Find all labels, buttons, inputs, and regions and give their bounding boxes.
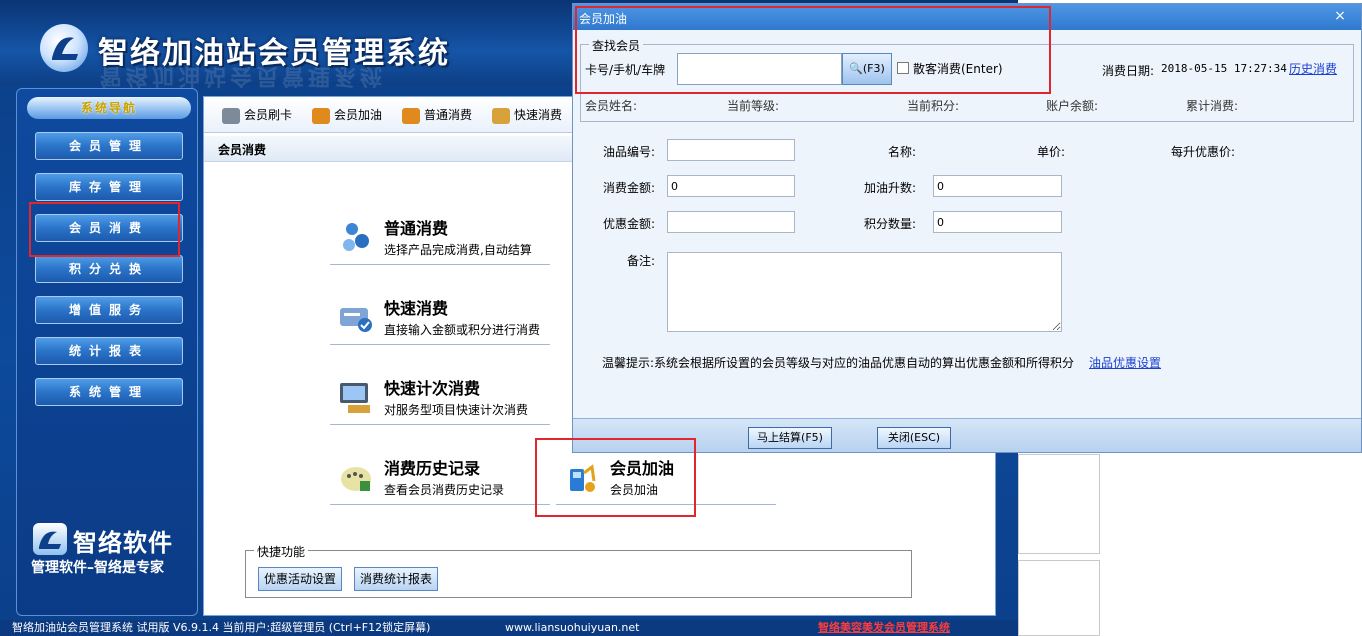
oil-discount-settings-link[interactable]: 油品优惠设置 (1089, 354, 1161, 371)
consume-amount-input[interactable] (667, 175, 795, 197)
func-member-fuel-title: 会员加油 (610, 459, 675, 478)
sidebar-item-member-consume[interactable]: 会员消费 (35, 214, 183, 242)
brand-logo-icon (33, 523, 67, 555)
func-normal-consume-desc: 选择产品完成消费,自动结算 (384, 243, 532, 257)
oil-code-label: 油品编号: (603, 145, 656, 159)
fuel-icon (312, 107, 330, 124)
background-window (1018, 454, 1100, 554)
background-window (1018, 560, 1100, 636)
discount-per-liter-label: 每升优惠价: (1171, 145, 1236, 159)
consume-date-label: 消费日期: (1102, 64, 1155, 78)
oil-code-input[interactable] (667, 139, 795, 161)
app-logo-icon (40, 24, 88, 72)
dialog-titlebar[interactable]: 会员加油 × (573, 4, 1361, 30)
toolbar-normal-consume-label: 普通消费 (424, 108, 473, 122)
func-normal-consume[interactable]: 普通消费 选择产品完成消费,自动结算 (330, 209, 550, 265)
quick-functions-group: 快捷功能 优惠活动设置 消费统计报表 (245, 543, 912, 598)
sidebar-item-reports[interactable]: 统计报表 (35, 337, 183, 365)
dialog-footer: 马上结算(F5) 关闭(ESC) (573, 418, 1361, 452)
dialog-title: 会员加油 (579, 12, 628, 26)
func-fast-count-consume-title: 快速计次消费 (384, 379, 481, 398)
func-consume-history[interactable]: 消费历史记录 查看会员消费历史记录 (330, 449, 550, 505)
toolbar-member-fuel[interactable]: 会员加油 (312, 105, 382, 125)
people-icon (343, 223, 369, 251)
status-product-link[interactable]: 智络美容美发会员管理系统 (818, 620, 950, 636)
discount-amount-label: 优惠金额: (603, 217, 656, 231)
oil-name-label: 名称: (888, 145, 917, 159)
func-fast-consume-desc: 直接输入金额或积分进行消费 (384, 323, 541, 337)
tip-text: 温馨提示:系统会根据所设置的会员等级与对应的油品优惠自动的算出优惠金额和所得积分 (602, 356, 1075, 370)
brand-name: 智络软件 (73, 528, 173, 557)
sidebar-item-points-exchange[interactable]: 积分兑换 (35, 255, 183, 283)
unit-price-label: 单价: (1037, 145, 1066, 159)
member-name-label: 会员姓名: (585, 99, 638, 113)
consume-amount-label: 消费金额: (603, 181, 656, 195)
member-points-label: 当前积分: (907, 99, 960, 113)
toolbar-fast-consume-label: 快速消费 (514, 108, 563, 122)
promotion-settings-button[interactable]: 优惠活动设置 (258, 567, 343, 591)
remark-label: 备注: (627, 254, 656, 268)
func-consume-history-title: 消费历史记录 (384, 459, 481, 478)
fast-consume-icon (492, 107, 510, 124)
card-icon (222, 107, 240, 124)
close-icon[interactable]: × (1329, 7, 1351, 25)
points-amount-label: 积分数量: (864, 217, 917, 231)
func-fast-consume-title: 快速消费 (384, 299, 449, 318)
walkin-checkbox[interactable] (897, 62, 909, 74)
sidebar: 系统导航 会员管理 库存管理 会员消费 积分兑换 增值服务 统计报表 系统管理 … (16, 88, 198, 616)
func-fast-count-consume-desc: 对服务型项目快速计次消费 (384, 403, 529, 417)
search-member-button[interactable]: 🔍(F3) (842, 53, 892, 85)
liters-label: 加油升数: (864, 181, 917, 195)
status-url: www.liansuohuiyuan.net (505, 621, 640, 634)
toolbar-normal-consume[interactable]: 普通消费 (402, 105, 472, 125)
history-icon (341, 467, 371, 491)
toolbar-member-fuel-label: 会员加油 (334, 108, 383, 122)
consume-icon (402, 107, 420, 124)
consume-date-value: 2018-05-15 17:27:34 (1161, 62, 1287, 75)
func-normal-consume-title: 普通消费 (384, 219, 449, 238)
member-balance-label: 账户余额: (1046, 99, 1099, 113)
member-fuel-dialog: 会员加油 × 查找会员 卡号/手机/车牌 🔍(F3) 散客消费(Enter) 消… (572, 3, 1362, 453)
status-bar: 智络加油站会员管理系统 试用版 V6.9.1.4 当前用户:超级管理员 (Ctr… (0, 620, 1018, 636)
member-total-label: 累计消费: (1186, 99, 1239, 113)
search-icon: 🔍 (849, 62, 863, 75)
func-member-fuel-desc: 会员加油 (610, 483, 659, 497)
card-number-input[interactable] (677, 53, 842, 85)
toolbar-member-swipe[interactable]: 会员刷卡 (222, 105, 292, 125)
remark-input[interactable] (667, 252, 1062, 332)
section-title: 会员消费 (218, 143, 267, 157)
func-consume-history-desc: 查看会员消费历史记录 (384, 483, 505, 497)
close-dialog-button[interactable]: 关闭(ESC) (877, 427, 951, 449)
member-level-label: 当前等级: (727, 99, 780, 113)
sidebar-item-inventory[interactable]: 库存管理 (35, 173, 183, 201)
sidebar-item-system[interactable]: 系统管理 (35, 378, 183, 406)
status-text: 智络加油站会员管理系统 试用版 V6.9.1.4 当前用户:超级管理员 (Ctr… (12, 621, 431, 634)
liters-input[interactable] (933, 175, 1062, 197)
func-fast-count-consume[interactable]: 快速计次消费 对服务型项目快速计次消费 (330, 369, 550, 425)
quick-functions-legend: 快捷功能 (254, 543, 309, 560)
search-member-button-label: (F3) (862, 62, 885, 75)
func-member-fuel[interactable]: 会员加油 会员加油 (556, 449, 776, 505)
consume-report-button[interactable]: 消费统计报表 (354, 567, 439, 591)
card-check-icon (340, 308, 372, 332)
points-amount-input[interactable] (933, 211, 1062, 233)
sidebar-title: 系统导航 (27, 97, 191, 119)
sidebar-item-value-added[interactable]: 增值服务 (35, 296, 183, 324)
find-member-group: 查找会员 卡号/手机/车牌 🔍(F3) 散客消费(Enter) 消费日期: 20… (580, 37, 1354, 122)
discount-amount-input[interactable] (667, 211, 795, 233)
brand-slogan: 管理软件–智络是专家 (31, 560, 164, 576)
fuel-pump-icon (570, 464, 596, 492)
toolbar-fast-consume[interactable]: 快速消费 (492, 105, 562, 125)
monitor-icon (340, 383, 370, 413)
card-number-label: 卡号/手机/车牌 (585, 63, 666, 77)
walkin-label: 散客消费(Enter) (913, 62, 1003, 76)
toolbar-member-swipe-label: 会员刷卡 (244, 108, 293, 122)
sidebar-item-member-management[interactable]: 会员管理 (35, 132, 183, 160)
history-consume-link[interactable]: 历史消费 (1289, 60, 1337, 77)
checkout-button[interactable]: 马上结算(F5) (748, 427, 832, 449)
find-member-legend: 查找会员 (589, 37, 644, 54)
func-fast-consume[interactable]: 快速消费 直接输入金额或积分进行消费 (330, 289, 550, 345)
